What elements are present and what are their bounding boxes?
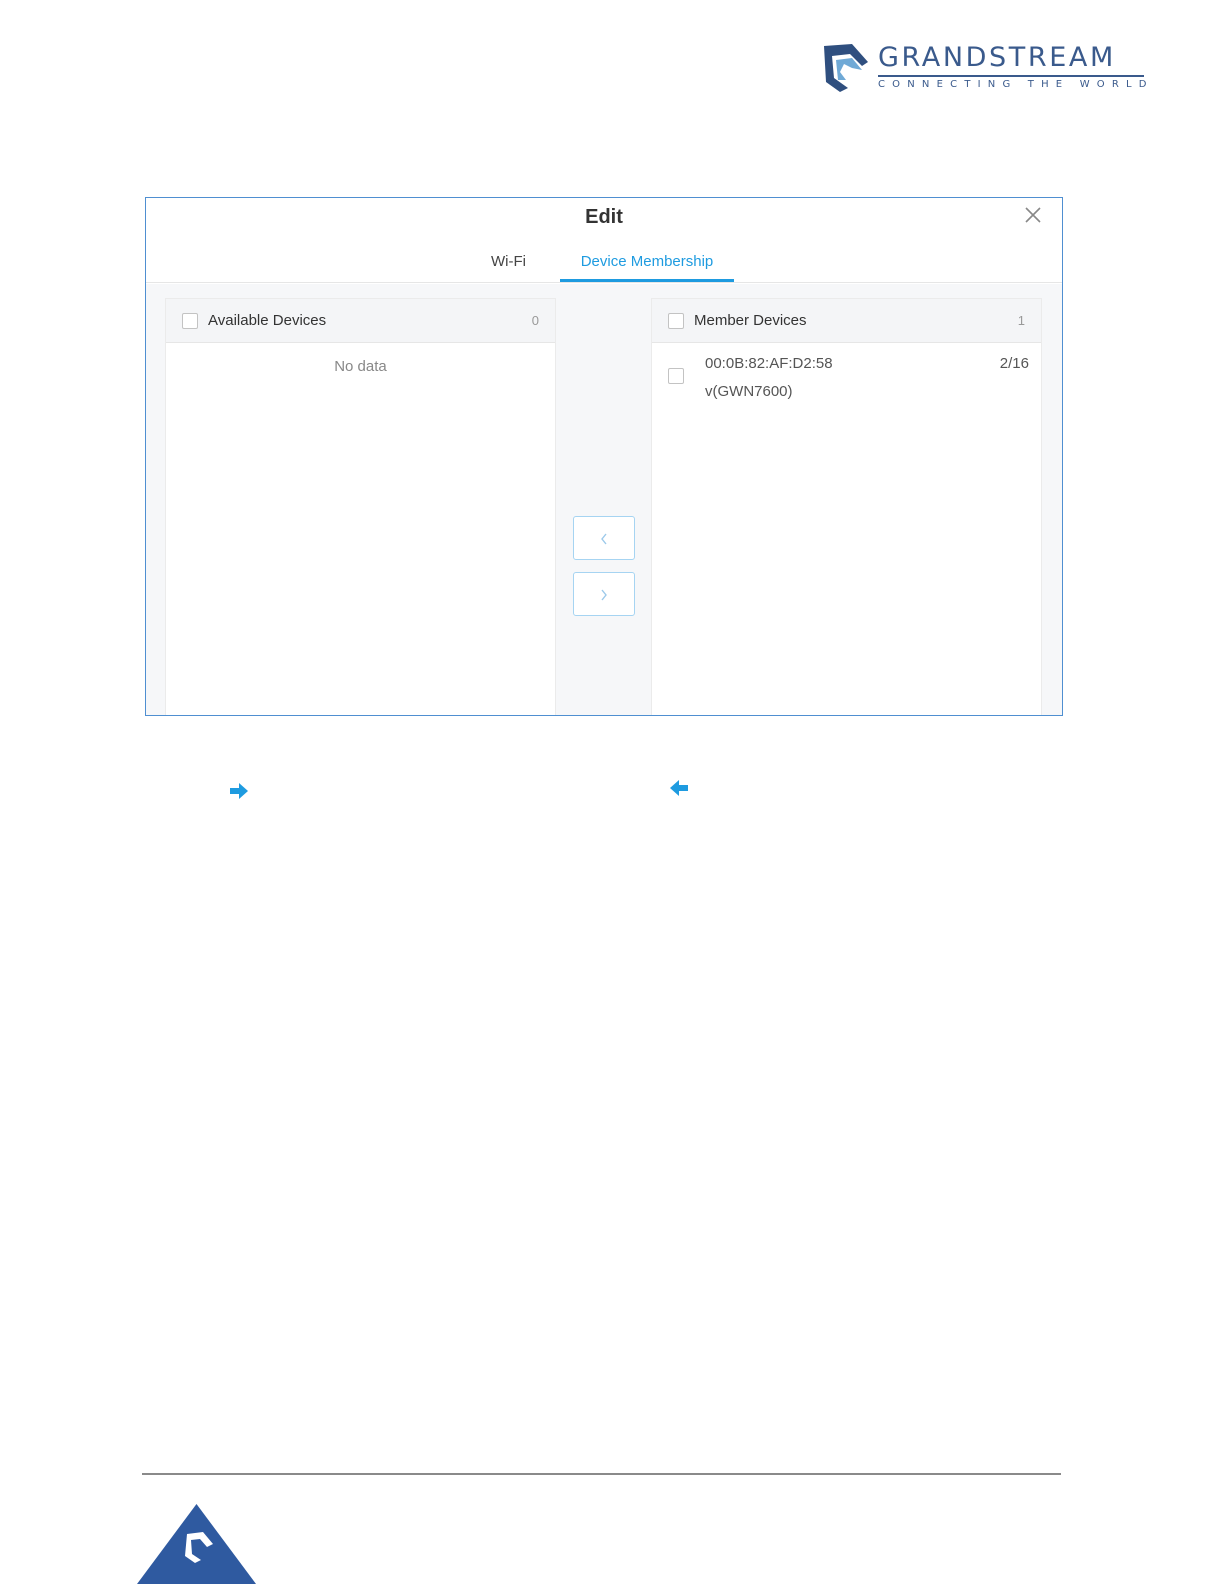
footer-logo-icon [137, 1504, 256, 1584]
modal-title: Edit [585, 206, 623, 228]
member-devices-panel: Member Devices 1 00:0B:82:AF:D2:58 v(GWN… [651, 298, 1042, 715]
member-devices-title: Member Devices [694, 312, 807, 329]
available-devices-header: Available Devices 0 [166, 299, 555, 343]
grandstream-logo: GRANDSTREAM CONNECTING THE WORLD [822, 42, 1152, 94]
transfer-area: Available Devices 0 No data Member Devic… [146, 284, 1062, 715]
chevron-right-icon [601, 589, 607, 601]
brand-name: GRANDSTREAM [878, 42, 1116, 73]
device-slot: 2/16 [999, 355, 1029, 372]
arrow-left-icon [670, 780, 688, 796]
member-devices-header: Member Devices 1 [652, 299, 1041, 343]
grandstream-mark-icon [824, 44, 868, 92]
active-tab-indicator [560, 279, 734, 282]
tab-wifi[interactable]: Wi-Fi [491, 251, 526, 273]
brand-rule [878, 75, 1144, 77]
device-checkbox[interactable] [668, 368, 684, 384]
device-model: v(GWN7600) [705, 383, 793, 400]
brand-tagline: CONNECTING THE WORLD [878, 79, 1154, 90]
tab-device-membership[interactable]: Device Membership [560, 251, 734, 273]
chevron-left-icon [601, 533, 607, 545]
available-devices-count: 0 [531, 313, 539, 328]
footer-divider [142, 1473, 1061, 1475]
member-devices-count: 1 [1017, 313, 1025, 328]
available-devices-panel: Available Devices 0 No data [165, 298, 556, 715]
move-to-available-button[interactable] [573, 516, 635, 560]
move-to-member-button[interactable] [573, 572, 635, 616]
available-devices-title: Available Devices [208, 312, 327, 329]
select-all-member-checkbox[interactable] [668, 313, 684, 329]
empty-list-text: No data [334, 358, 387, 375]
modal-tabs: Wi-Fi Device Membership [146, 242, 1062, 283]
arrow-right-icon [230, 783, 248, 799]
close-icon[interactable] [1024, 206, 1042, 224]
device-mac: 00:0B:82:AF:D2:58 [705, 355, 833, 372]
select-all-available-checkbox[interactable] [182, 313, 198, 329]
list-item[interactable]: 00:0B:82:AF:D2:58 v(GWN7600) 2/16 [652, 343, 1041, 413]
edit-modal: Edit Wi-Fi Device Membership Available D… [145, 197, 1063, 716]
